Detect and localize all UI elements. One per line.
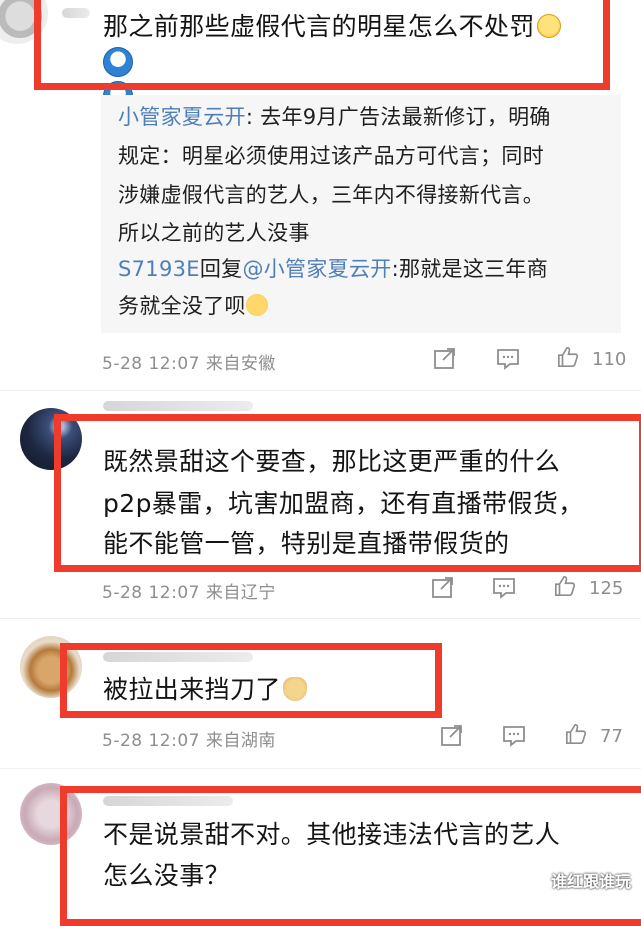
divider bbox=[0, 390, 641, 391]
reply-line: 涉嫌虚假代言的艺人，三年内不得接新代言。 bbox=[118, 183, 544, 207]
share-icon[interactable] bbox=[433, 348, 457, 370]
reply-line: 规定：明星必须使用过该产品方可代言；同时 bbox=[118, 144, 544, 168]
comment-icon[interactable] bbox=[492, 577, 516, 599]
share-icon[interactable] bbox=[440, 725, 464, 747]
thumbs-up-icon[interactable] bbox=[553, 575, 577, 597]
comment-meta: 5-28 12:07 来自辽宁 bbox=[102, 583, 276, 603]
like-count: 77 bbox=[600, 726, 623, 747]
reply-author-link[interactable]: S7193E bbox=[118, 257, 200, 281]
divider bbox=[0, 618, 641, 619]
reply-thread: 小管家夏云开: 去年9月广告法最新修订，明确 规定：明星必须使用过该产品方可代言… bbox=[101, 95, 621, 333]
reply-author-link[interactable]: 小管家夏云开 bbox=[118, 105, 246, 129]
comment-meta: 5-28 12:07 来自安徽 bbox=[102, 354, 276, 374]
divider bbox=[0, 768, 641, 769]
share-icon[interactable] bbox=[431, 577, 455, 599]
username-blurred[interactable] bbox=[103, 401, 253, 411]
thumbs-up-icon[interactable] bbox=[556, 346, 580, 368]
crying-emoji-icon bbox=[245, 294, 268, 316]
thumbs-up-icon[interactable] bbox=[564, 723, 588, 745]
reply-line: 所以之前的艺人没事 bbox=[118, 221, 310, 245]
comment-meta: 5-28 12:07 来自湖南 bbox=[102, 731, 276, 751]
mention-link[interactable]: @小管家夏云开 bbox=[242, 257, 391, 281]
reply-line: 务就全没了呗 bbox=[118, 288, 268, 325]
highlight-box bbox=[34, 0, 610, 90]
comment-icon[interactable] bbox=[496, 348, 520, 370]
highlight-box bbox=[60, 643, 442, 718]
highlight-box bbox=[54, 414, 641, 572]
comment-icon[interactable] bbox=[502, 725, 526, 747]
reply-line: S7193E回复@小管家夏云开:那就是这三年商 bbox=[118, 257, 549, 281]
watermark: 谁红跟谁玩 bbox=[550, 872, 631, 891]
reply-line: 小管家夏云开: 去年9月广告法最新修订，明确 bbox=[118, 105, 551, 129]
like-count: 110 bbox=[592, 349, 627, 370]
highlight-box bbox=[60, 786, 641, 926]
like-count: 125 bbox=[589, 578, 624, 599]
